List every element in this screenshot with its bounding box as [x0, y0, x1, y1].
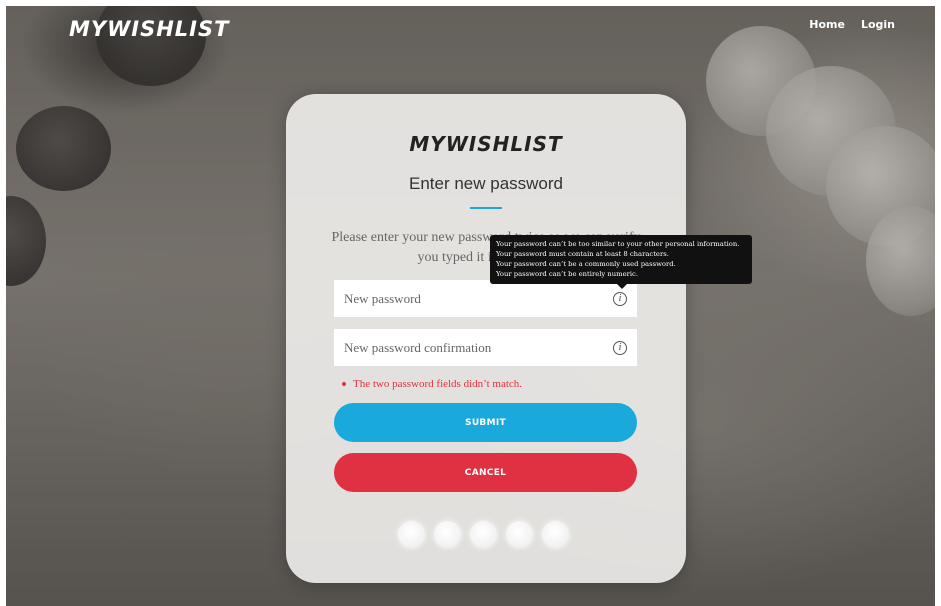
- dot: [542, 521, 569, 548]
- info-icon[interactable]: i: [613, 340, 627, 355]
- loading-dots: [398, 521, 569, 548]
- error-text: The two password fields didn’t match.: [353, 378, 523, 390]
- error-bullet-icon: [342, 382, 346, 386]
- page-title: Enter new password: [408, 174, 564, 193]
- tooltip-arrow: [617, 284, 627, 289]
- error-message: The two password fields didn’t match.: [342, 378, 522, 390]
- dot: [398, 521, 425, 548]
- tooltip-line: Your password can’t be too similar to yo…: [496, 240, 740, 248]
- nav-link-home[interactable]: Home: [809, 18, 845, 31]
- new-password-input[interactable]: [344, 290, 613, 307]
- password-reset-card: MYWISHLIST Enter new password Please ent…: [286, 94, 686, 583]
- info-icon[interactable]: i: [613, 291, 627, 306]
- submit-button[interactable]: SUBMIT: [334, 403, 637, 442]
- nav-link-login[interactable]: Login: [861, 18, 895, 31]
- title-divider: [470, 207, 502, 209]
- confirm-password-input[interactable]: [344, 339, 613, 356]
- cancel-button[interactable]: CANCEL: [334, 453, 637, 492]
- dot: [506, 521, 533, 548]
- top-nav: Home Login: [809, 18, 895, 31]
- tooltip-line: Your password can’t be a commonly used p…: [496, 260, 676, 268]
- dot: [470, 521, 497, 548]
- tooltip-line: Your password can’t be entirely numeric.: [496, 270, 639, 278]
- nav-logo[interactable]: MYWISHLIST: [69, 17, 229, 41]
- password-rules-tooltip: Your password can’t be too similar to yo…: [490, 235, 752, 284]
- confirm-password-field: i: [334, 329, 637, 366]
- dot: [434, 521, 461, 548]
- tooltip-line: Your password must contain at least 8 ch…: [496, 250, 669, 258]
- card-logo: MYWISHLIST: [409, 132, 563, 156]
- new-password-field: i: [334, 280, 637, 317]
